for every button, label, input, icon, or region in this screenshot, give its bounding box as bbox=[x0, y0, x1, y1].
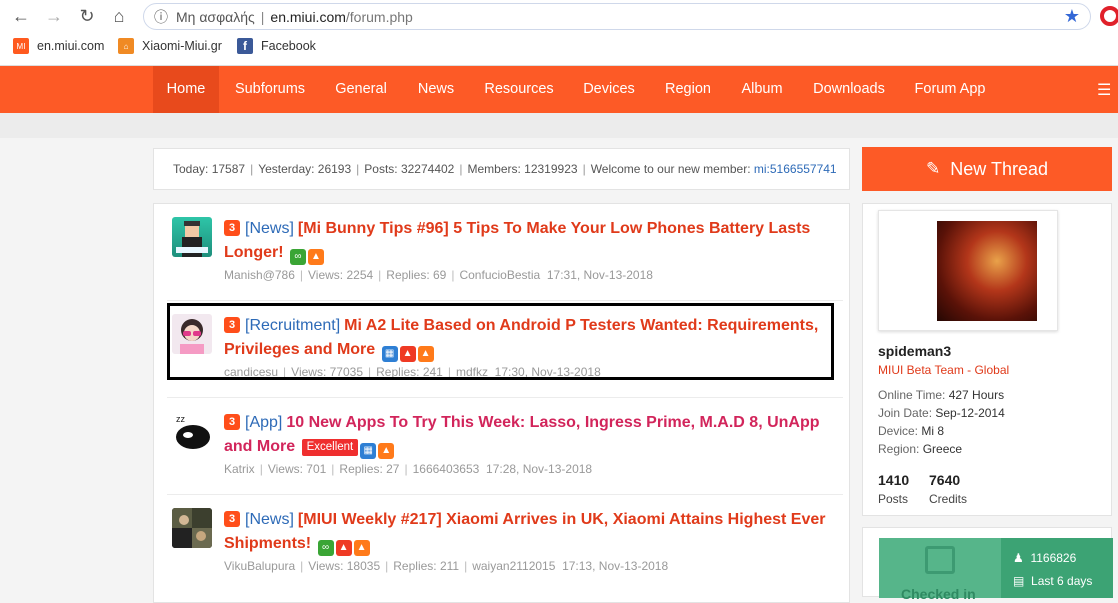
reply-level-badge: 3 bbox=[224, 220, 240, 236]
menu-icon[interactable]: ☰ bbox=[1097, 80, 1111, 100]
highlight-box bbox=[167, 303, 834, 380]
profile-group: MIUI Beta Team - Global bbox=[878, 363, 1010, 377]
thread-category[interactable]: [News] bbox=[245, 220, 294, 237]
profile-device: Device: Mi 8 bbox=[878, 424, 945, 438]
bookmark-star-icon[interactable]: ★ bbox=[1064, 6, 1080, 27]
avatar[interactable]: zz bbox=[172, 411, 212, 451]
forward-icon[interactable]: → bbox=[43, 5, 65, 27]
reply-level-badge: 3 bbox=[224, 414, 240, 430]
avatar[interactable] bbox=[172, 217, 212, 257]
calendar-small-icon: ▤ bbox=[1013, 574, 1025, 588]
security-label: Μη ασφαλής bbox=[176, 8, 255, 25]
opera-icon[interactable] bbox=[1100, 6, 1118, 26]
user-icon: ♟ bbox=[1013, 551, 1024, 565]
profile-photo[interactable] bbox=[937, 221, 1037, 321]
profile-photo-frame bbox=[878, 210, 1058, 331]
link-icon: ∞ bbox=[290, 249, 306, 265]
url-path: /forum.php bbox=[345, 8, 413, 25]
thread-title[interactable]: 3 [News] [Mi Bunny Tips #96] 5 Tips To Mak… bbox=[224, 217, 834, 265]
thread-category[interactable]: [App] bbox=[245, 414, 282, 431]
address-bar[interactable]: ⓘ Μη ασφαλής | en.miui.com/forum.php ★ bbox=[143, 3, 1091, 30]
back-icon[interactable]: ← bbox=[10, 5, 32, 27]
nav-home[interactable]: Home bbox=[153, 66, 219, 113]
home-icon[interactable]: ⌂ bbox=[108, 5, 130, 27]
reply-level-badge: 3 bbox=[224, 511, 240, 527]
profile-region: Region: Greece bbox=[878, 442, 963, 456]
thread-meta: Manish@786 | Views: 2254 | Replies: 69 | Confu… bbox=[224, 268, 653, 282]
profile-credits[interactable]: 7640 Credits bbox=[929, 472, 967, 506]
forum-stats: Today: 17587 | Yesterday: 26193 | Posts: 3… bbox=[153, 148, 850, 190]
checkin-stats: ♟ 1166826 ▤ Last 6 days bbox=[1001, 538, 1113, 598]
profile-join-date: Join Date: Sep-12-2014 bbox=[878, 406, 1005, 420]
nav-news[interactable]: News bbox=[410, 66, 462, 113]
svg-text:zz: zz bbox=[176, 414, 186, 424]
url-domain: en.miui.com bbox=[270, 8, 346, 25]
nav-general[interactable]: General bbox=[326, 66, 396, 113]
browser-toolbar: ← → ↻ ⌂ ⓘ Μη ασφαλής | en.miui.com/forum… bbox=[0, 0, 1118, 66]
thread-meta: Katrix | Views: 701 | Replies: 27 | 1666403653… bbox=[224, 462, 593, 476]
checkin-button[interactable]: Checked in bbox=[879, 538, 1001, 602]
bookmark-facebook[interactable]: f Facebook bbox=[237, 38, 316, 54]
calendar-icon bbox=[925, 546, 955, 574]
nav-resources[interactable]: Resources bbox=[477, 66, 561, 113]
image-icon: ▦ bbox=[360, 443, 377, 459]
fire-icon: ▲ bbox=[335, 540, 352, 556]
hot-icon: ▲ bbox=[353, 540, 370, 556]
bookmark-xiaomi-miui-gr[interactable]: ⌂ Xiaomi-Miui.gr bbox=[118, 38, 222, 54]
link-icon: ∞ bbox=[317, 540, 334, 556]
home-icon: ⌂ bbox=[118, 38, 134, 54]
checkin-widget: Checked in ♟ 1166826 ▤ Last 6 days bbox=[862, 527, 1113, 602]
nav-region[interactable]: Region bbox=[656, 66, 720, 113]
thread-title[interactable]: 3 [App] 10 New Apps To Try This Week: Lass… bbox=[224, 411, 834, 459]
thread-meta: VikuBalupura | Views: 18035 | Replies: 211 | w… bbox=[224, 559, 669, 573]
nav-album[interactable]: Album bbox=[733, 66, 791, 113]
hot-icon: ▲ bbox=[308, 249, 324, 265]
new-member-link[interactable]: mi:5166557741 bbox=[754, 162, 837, 176]
pencil-icon: ✎ bbox=[926, 159, 941, 178]
excellent-badge: Excellent bbox=[301, 439, 359, 456]
facebook-icon: f bbox=[237, 38, 253, 54]
thread-title[interactable]: 3 [News] [MIUI Weekly #217] Xiaomi Arrives… bbox=[224, 508, 834, 556]
nav-devices[interactable]: Devices bbox=[575, 66, 643, 113]
nav-forum-app[interactable]: Forum App bbox=[905, 66, 995, 113]
new-thread-button[interactable]: ✎ New Thread bbox=[862, 147, 1112, 191]
miui-icon: MI bbox=[13, 38, 29, 54]
nav-downloads[interactable]: Downloads bbox=[805, 66, 893, 113]
info-icon[interactable]: ⓘ bbox=[150, 6, 172, 28]
profile-posts[interactable]: 1410 Posts bbox=[878, 472, 909, 506]
thread-list: 3 [News] [Mi Bunny Tips #96] 5 Tips To Mak… bbox=[153, 203, 850, 603]
thread-category[interactable]: [News] bbox=[245, 511, 294, 528]
bookmark-miui[interactable]: MI en.miui.com bbox=[13, 38, 104, 54]
nav-subforums[interactable]: Subforums bbox=[228, 66, 312, 113]
profile-card: spideman3 MIUI Beta Team - Global Online… bbox=[862, 203, 1112, 516]
hot-icon: ▲ bbox=[378, 443, 395, 459]
reload-icon[interactable]: ↻ bbox=[76, 5, 98, 27]
site-nav: Home Subforums General News Resources De… bbox=[0, 66, 1118, 113]
profile-name[interactable]: spideman3 bbox=[878, 343, 951, 359]
avatar[interactable] bbox=[172, 508, 212, 548]
profile-online-time: Online Time: 427 Hours bbox=[878, 388, 1005, 402]
